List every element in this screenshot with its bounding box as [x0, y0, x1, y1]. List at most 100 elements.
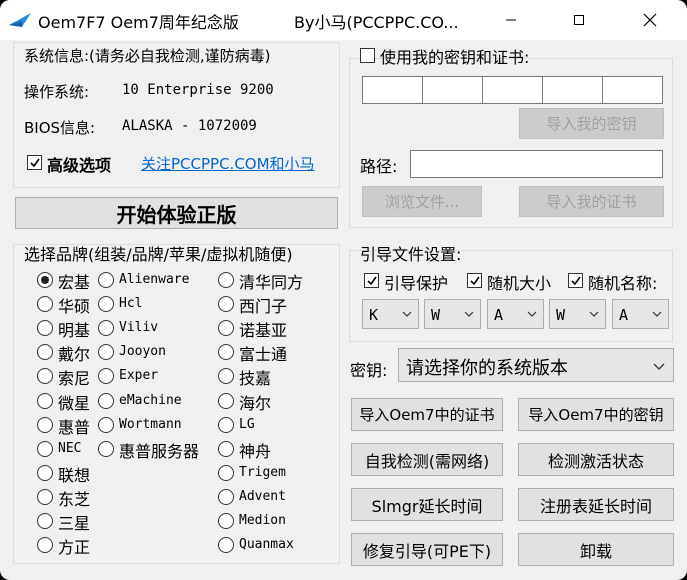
check-icon: [570, 276, 581, 285]
brand-label: 三星: [58, 514, 91, 533]
self-check-button[interactable]: 自我检测(需网络): [351, 443, 503, 476]
key-input-3[interactable]: [482, 76, 543, 104]
brand-label: Medion: [239, 513, 286, 528]
brand-radio[interactable]: [37, 368, 53, 384]
boot-protect-label: 引导保护: [384, 274, 449, 293]
brand-radio[interactable]: [37, 489, 53, 505]
sysinfo-heading: 系统信息:(请务必自我检测,谨防病毒): [24, 47, 271, 65]
start-activation-button[interactable]: 开始体验正版: [15, 197, 338, 229]
brand-radio[interactable]: [37, 393, 53, 409]
brand-label: 方正: [58, 538, 91, 557]
brand-label: Quanmax: [239, 537, 294, 552]
key-input-4[interactable]: [542, 76, 603, 104]
advanced-label: 高级选项: [47, 156, 112, 175]
registry-extend-button[interactable]: 注册表延长时间: [518, 488, 674, 521]
brand-label: 富士通: [239, 345, 288, 364]
check-activation-button[interactable]: 检测激活状态: [518, 443, 674, 476]
brand-radio[interactable]: [98, 344, 114, 360]
boot-combo-3[interactable]: A: [487, 299, 544, 329]
import-my-key-button[interactable]: 导入我的密钥: [519, 108, 664, 139]
brand-label: LG: [239, 417, 255, 432]
use-own-key-checkbox[interactable]: [360, 48, 375, 63]
brand-radio[interactable]: [218, 537, 234, 553]
browse-file-button[interactable]: 浏览文件...: [362, 186, 482, 217]
brand-radio[interactable]: [37, 513, 53, 529]
chevron-down-icon: [402, 311, 412, 317]
brand-radio[interactable]: [218, 489, 234, 505]
key-input-2[interactable]: [422, 76, 483, 104]
app-window: Oem7F7 Oem7周年纪念版 By小马(PCCPPC.CO... 系统信息:…: [0, 0, 687, 580]
brand-radio[interactable]: [218, 296, 234, 312]
brand-radio[interactable]: [37, 320, 53, 336]
brand-label: 技嘉: [239, 369, 272, 388]
maximize-button[interactable]: [556, 0, 602, 40]
brand-radio[interactable]: [37, 344, 53, 360]
brand-radio[interactable]: [218, 513, 234, 529]
brand-radio[interactable]: [218, 344, 234, 360]
brand-radio[interactable]: [37, 272, 53, 288]
import-my-cert-button[interactable]: 导入我的证书: [519, 186, 664, 217]
brand-label: Advent: [239, 489, 286, 504]
brand-radio[interactable]: [37, 465, 53, 481]
brand-radio[interactable]: [37, 296, 53, 312]
system-version-select[interactable]: 请选择你的系统版本: [398, 348, 674, 382]
title-bar[interactable]: Oem7F7 Oem7周年纪念版 By小马(PCCPPC.CO...: [0, 0, 687, 40]
path-label: 路径:: [360, 157, 398, 176]
boot-combo-1[interactable]: K: [362, 299, 419, 329]
advanced-checkbox[interactable]: [27, 155, 42, 170]
brand-label: 联想: [58, 466, 91, 485]
repair-boot-button[interactable]: 修复引导(可PE下): [351, 533, 503, 566]
brand-radio[interactable]: [218, 417, 234, 433]
brand-radio[interactable]: [98, 393, 114, 409]
brand-radio[interactable]: [218, 465, 234, 481]
window-title: Oem7F7 Oem7周年纪念版: [38, 13, 239, 32]
bootfile-heading: 引导文件设置:: [360, 245, 462, 264]
brand-radio[interactable]: [218, 272, 234, 288]
brand-radio[interactable]: [98, 320, 114, 336]
boot-combo-4[interactable]: W: [549, 299, 606, 329]
check-icon: [469, 276, 480, 285]
brand-radio[interactable]: [98, 272, 114, 288]
brand-radio[interactable]: [98, 441, 114, 457]
brand-radio[interactable]: [218, 320, 234, 336]
minimize-button[interactable]: [488, 0, 534, 40]
brand-radio[interactable]: [98, 417, 114, 433]
brand-label: Hcl: [119, 296, 143, 311]
brand-label: 惠普服务器: [119, 442, 200, 461]
random-size-checkbox[interactable]: [467, 273, 482, 288]
chevron-down-icon: [527, 311, 537, 317]
uninstall-button[interactable]: 卸载: [518, 533, 674, 566]
boot-combo-2[interactable]: W: [424, 299, 481, 329]
random-size-label: 随机大小: [487, 274, 552, 293]
bios-label: BIOS信息:: [24, 119, 96, 137]
slmgr-extend-button[interactable]: Slmgr延长时间: [351, 488, 503, 521]
bios-value: ALASKA - 1072009: [122, 118, 257, 134]
chevron-down-icon: [589, 311, 599, 317]
brand-radio[interactable]: [218, 393, 234, 409]
close-icon: [643, 13, 657, 27]
brand-radio[interactable]: [37, 537, 53, 553]
brand-radio[interactable]: [218, 441, 234, 457]
path-input[interactable]: [410, 150, 663, 178]
key-input-1[interactable]: [362, 76, 423, 104]
app-icon: [9, 13, 31, 27]
brand-label: 华硕: [58, 297, 91, 316]
use-own-key-label: 使用我的密钥和证书:: [380, 48, 530, 67]
follow-link[interactable]: 关注PCCPPC.COM和小马: [141, 153, 315, 174]
import-oem7-cert-button[interactable]: 导入Oem7中的证书: [351, 398, 503, 431]
boot-protect-checkbox[interactable]: [364, 273, 379, 288]
brand-radio[interactable]: [37, 417, 53, 433]
random-name-checkbox[interactable]: [568, 273, 583, 288]
brand-label: 海尔: [239, 394, 272, 413]
brand-radio[interactable]: [98, 368, 114, 384]
brand-radio[interactable]: [98, 296, 114, 312]
brand-label: 惠普: [58, 418, 91, 437]
brand-radio[interactable]: [37, 441, 53, 457]
brand-label: 东芝: [58, 490, 91, 509]
close-button[interactable]: [627, 0, 673, 40]
brand-radio[interactable]: [218, 368, 234, 384]
brand-label: 神舟: [239, 442, 272, 461]
import-oem7-key-button[interactable]: 导入Oem7中的密钥: [518, 398, 674, 431]
key-input-5[interactable]: [602, 76, 663, 104]
boot-combo-5[interactable]: A: [612, 299, 669, 329]
